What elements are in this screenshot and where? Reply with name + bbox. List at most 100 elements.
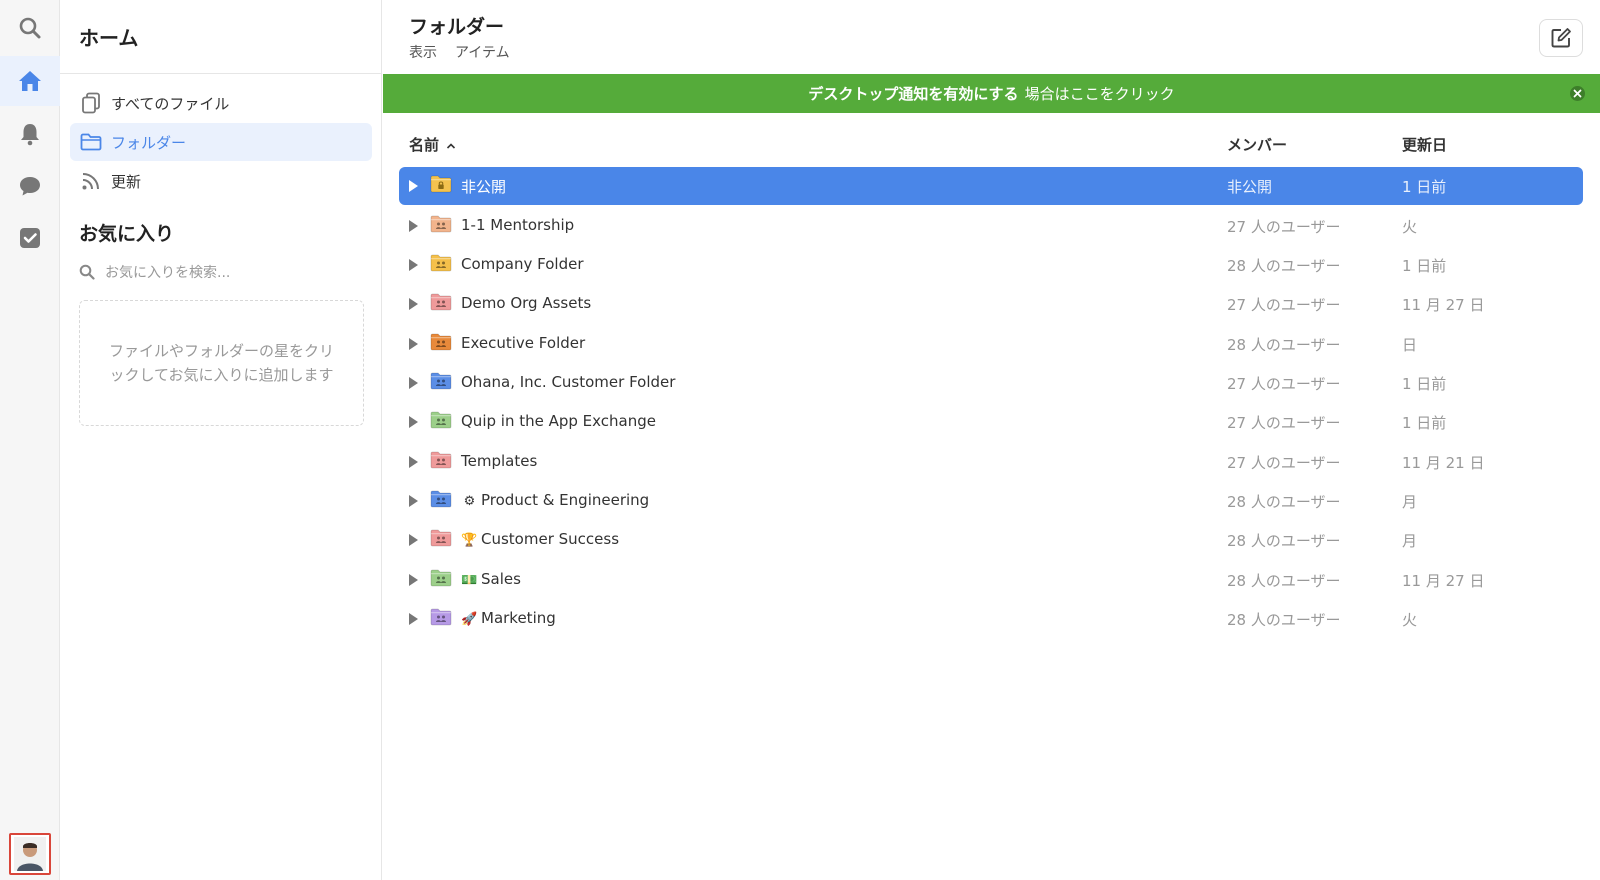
messages-button[interactable] xyxy=(0,161,60,211)
expand-triangle-icon[interactable] xyxy=(409,574,418,586)
folder-name: Executive Folder xyxy=(461,334,585,352)
avatar-icon xyxy=(14,837,46,871)
notification-banner[interactable]: デスクトップ通知を有効にする 場合はここをクリック xyxy=(383,74,1600,113)
expand-triangle-icon[interactable] xyxy=(409,220,418,232)
table-row[interactable]: 1-1 Mentorship 27 人のユーザー 火 xyxy=(399,207,1583,245)
updated-cell: 1 日前 xyxy=(1402,375,1447,393)
sidebar-item-label: フォルダー xyxy=(111,133,187,152)
sidebar-item-updates[interactable]: 更新 xyxy=(70,162,372,200)
user-avatar[interactable] xyxy=(9,833,51,875)
folder-name: Quip in the App Exchange xyxy=(461,412,656,430)
table-row[interactable]: 💵 Sales 28 人のユーザー 11 月 27 日 xyxy=(399,561,1583,599)
table-row[interactable]: 🚀 Marketing 28 人のユーザー 火 xyxy=(399,600,1583,638)
members-cell: 28 人のユーザー xyxy=(1227,336,1341,354)
expand-triangle-icon[interactable] xyxy=(409,338,418,350)
folder-name: Company Folder xyxy=(461,255,583,273)
folder-name-text: Sales xyxy=(481,570,521,588)
favorites-empty-state: ファイルやフォルダーの星をクリックしてお気に入りに追加します xyxy=(79,300,364,426)
table-row[interactable]: Quip in the App Exchange 27 人のユーザー 1 日前 xyxy=(399,403,1583,441)
members-cell: 28 人のユーザー xyxy=(1227,611,1341,629)
updated-cell: 11 月 27 日 xyxy=(1402,572,1485,590)
members-cell: 27 人のユーザー xyxy=(1227,414,1341,432)
updated-cell: 火 xyxy=(1402,611,1418,629)
table-row[interactable]: ⚙ Product & Engineering 28 人のユーザー 月 xyxy=(399,482,1583,520)
search-button[interactable] xyxy=(0,3,60,53)
column-header-updated[interactable]: 更新日 xyxy=(1402,134,1447,155)
favorites-search-placeholder: お気に入りを検索... xyxy=(105,265,231,281)
members-cell: 28 人のユーザー xyxy=(1227,532,1341,550)
shared-folder-icon xyxy=(430,451,452,469)
folder-outline-icon xyxy=(80,131,102,153)
sidebar: ホーム すべてのファイル フォルダー 更新 お気に入り お気に入りを検索... … xyxy=(60,0,424,880)
shared-folder-icon xyxy=(430,293,452,311)
compose-button[interactable] xyxy=(1539,19,1583,57)
table-row[interactable]: Executive Folder 28 人のユーザー 日 xyxy=(399,325,1583,363)
column-header-name[interactable]: 名前 xyxy=(409,134,456,155)
expand-triangle-icon[interactable] xyxy=(409,259,418,271)
sidebar-item-all-files[interactable]: すべてのファイル xyxy=(70,84,372,122)
updated-cell: 日 xyxy=(1402,336,1418,354)
updated-cell: 1 日前 xyxy=(1402,257,1447,275)
sidebar-title: ホーム xyxy=(60,0,381,74)
shared-folder-icon xyxy=(430,569,452,587)
updated-cell: 11 月 27 日 xyxy=(1402,296,1485,314)
rss-icon xyxy=(80,170,102,192)
expand-triangle-icon[interactable] xyxy=(409,298,418,310)
members-cell: 27 人のユーザー xyxy=(1227,218,1341,236)
search-icon xyxy=(79,264,95,280)
table-row[interactable]: Demo Org Assets 27 人のユーザー 11 月 27 日 xyxy=(399,285,1583,323)
sidebar-item-label: すべてのファイル xyxy=(111,94,230,113)
shared-folder-icon xyxy=(430,254,452,272)
folder-name: 🏆 Customer Success xyxy=(461,530,619,548)
bell-icon xyxy=(21,124,39,146)
folder-name-text: Product & Engineering xyxy=(481,491,650,509)
folder-name: Ohana, Inc. Customer Folder xyxy=(461,373,675,391)
shared-folder-icon xyxy=(430,372,452,390)
notifications-button[interactable] xyxy=(0,109,60,159)
folder-name-text: Executive Folder xyxy=(461,334,586,352)
folder-name: 💵 Sales xyxy=(461,570,521,588)
folder-emoji: 🚀 xyxy=(461,612,478,627)
search-icon xyxy=(19,17,41,39)
table-row[interactable]: Ohana, Inc. Customer Folder 27 人のユーザー 1 日前 xyxy=(399,364,1583,402)
expand-triangle-icon[interactable] xyxy=(409,456,418,468)
expand-triangle-icon[interactable] xyxy=(409,613,418,625)
table-row[interactable]: Templates 27 人のユーザー 11 月 21 日 xyxy=(399,443,1583,481)
tab-view[interactable]: 表示 xyxy=(409,42,437,62)
folder-emoji: ⚙ xyxy=(463,494,476,509)
expand-triangle-icon[interactable] xyxy=(409,180,418,192)
expand-triangle-icon[interactable] xyxy=(409,377,418,389)
banner-bold-text: デスクトップ通知を有効にする xyxy=(808,85,1019,103)
expand-triangle-icon[interactable] xyxy=(409,495,418,507)
sidebar-item-label: 更新 xyxy=(111,172,142,191)
column-header-members[interactable]: メンバー xyxy=(1227,134,1287,155)
folder-name-text: Company Folder xyxy=(461,255,584,273)
main-content: フォルダー 表示 アイテム デスクトップ通知を有効にする 場合はここをクリック … xyxy=(383,0,1600,880)
updated-cell: 1 日前 xyxy=(1402,178,1447,196)
favorites-search-input[interactable]: お気に入りを検索... xyxy=(79,262,230,282)
view-subtabs: 表示 アイテム xyxy=(409,42,510,62)
home-button[interactable] xyxy=(0,56,60,106)
checkbox-icon xyxy=(20,228,40,248)
expand-triangle-icon[interactable] xyxy=(409,416,418,428)
sidebar-item-folders[interactable]: フォルダー xyxy=(70,123,372,161)
table-row[interactable]: Company Folder 28 人のユーザー 1 日前 xyxy=(399,246,1583,284)
tab-items[interactable]: アイテム xyxy=(455,42,510,62)
tasks-button[interactable] xyxy=(0,213,60,263)
updated-cell: 月 xyxy=(1402,493,1418,511)
folder-name: ⚙ Product & Engineering xyxy=(461,491,650,509)
banner-close-button[interactable] xyxy=(1569,85,1586,102)
folder-emoji: 💵 xyxy=(461,573,478,588)
shared-folder-icon xyxy=(430,215,452,233)
favorites-title: お気に入り xyxy=(79,223,175,245)
home-icon xyxy=(19,71,41,91)
members-cell: 非公開 xyxy=(1227,178,1273,196)
expand-triangle-icon[interactable] xyxy=(409,534,418,546)
members-cell: 28 人のユーザー xyxy=(1227,572,1341,590)
folder-name-text: Customer Success xyxy=(481,530,620,548)
members-cell: 28 人のユーザー xyxy=(1227,257,1341,275)
table-row[interactable]: 非公開 非公開 1 日前 xyxy=(399,167,1583,205)
folder-name: 非公開 xyxy=(461,176,506,197)
table-row[interactable]: 🏆 Customer Success 28 人のユーザー 月 xyxy=(399,521,1583,559)
folder-name: Templates xyxy=(461,452,537,470)
